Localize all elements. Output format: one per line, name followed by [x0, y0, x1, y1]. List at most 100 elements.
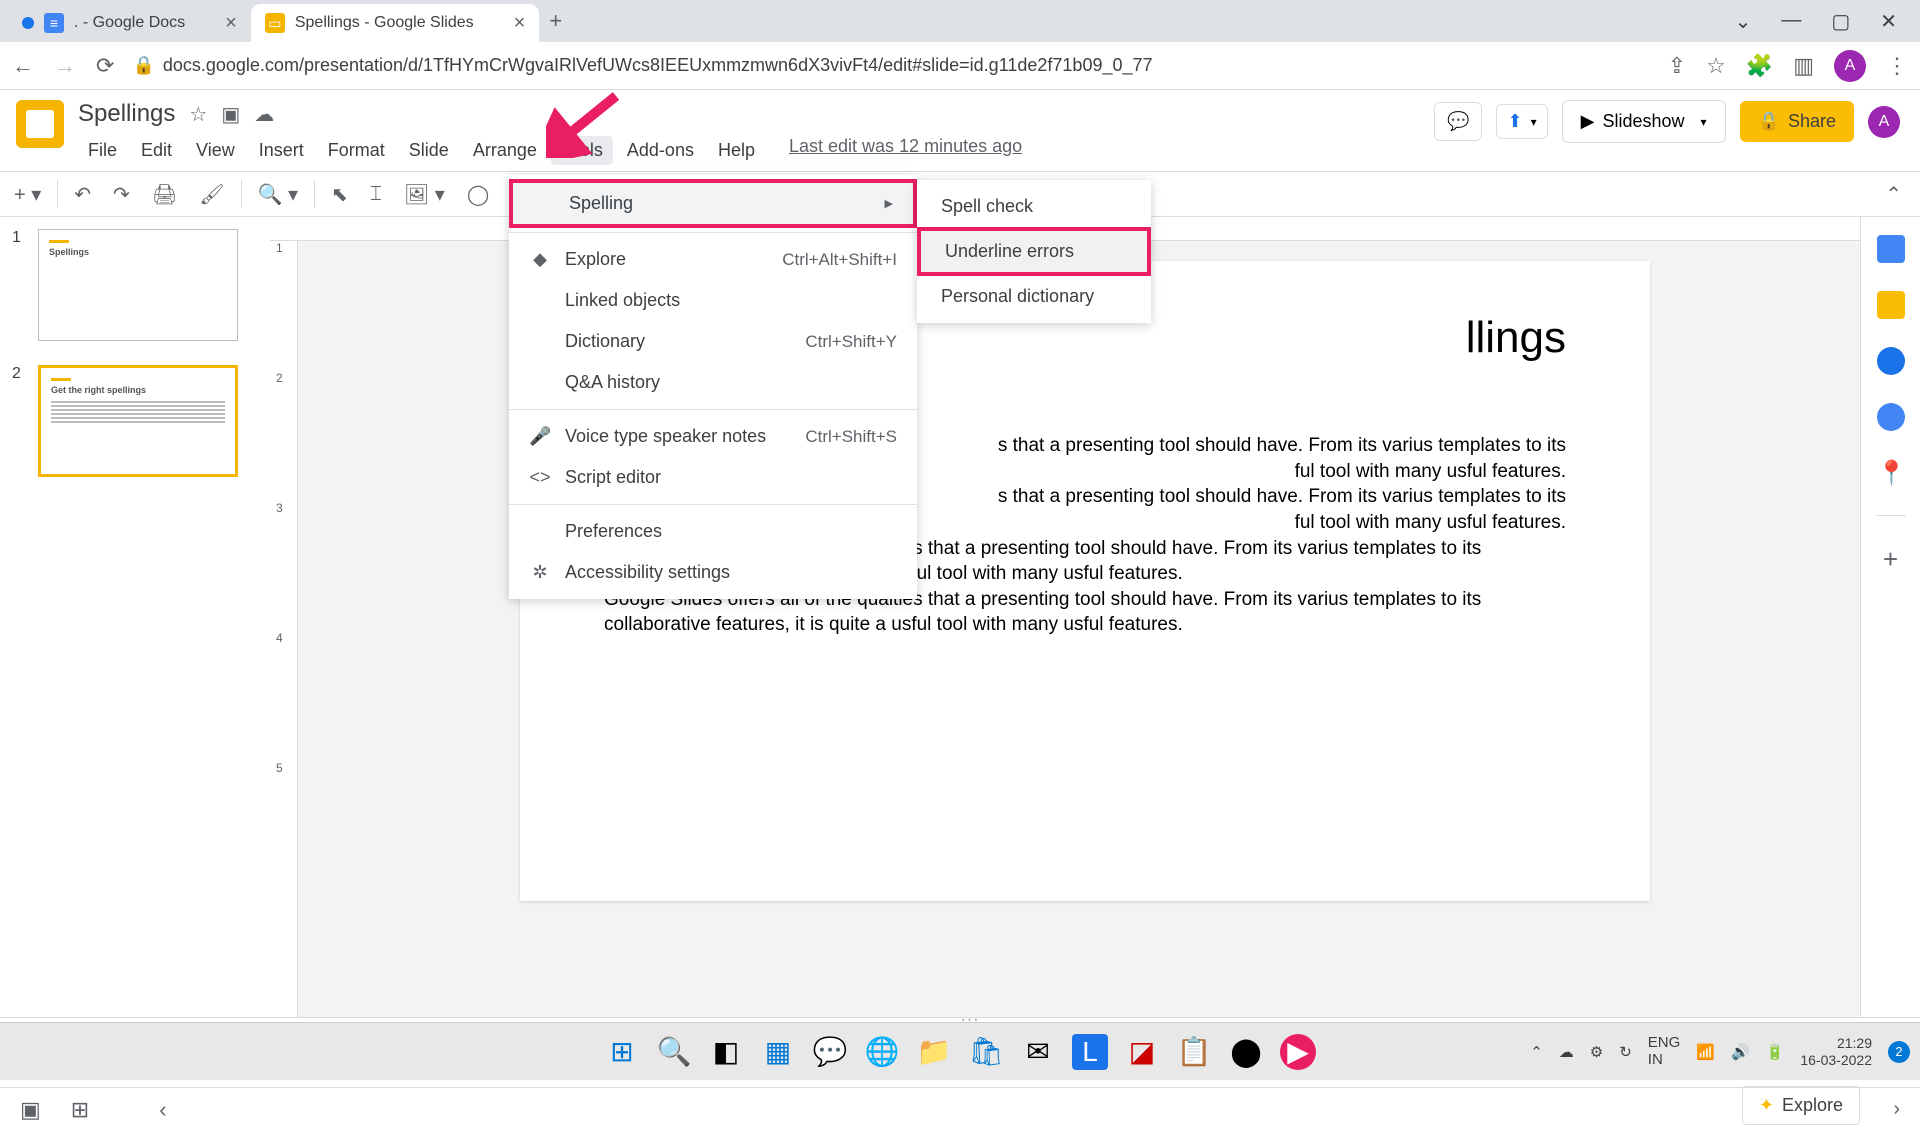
menu-view[interactable]: View	[186, 136, 245, 165]
shape-tool[interactable]: ◯	[457, 176, 499, 213]
chrome-icon[interactable]: ⬤	[1228, 1034, 1264, 1070]
menu-edit[interactable]: Edit	[131, 136, 182, 165]
select-tool[interactable]: ⬉	[321, 176, 358, 213]
menu-item-spelling[interactable]: Spelling	[509, 179, 917, 228]
side-panel: 📍 +	[1860, 217, 1920, 1017]
presentation-title[interactable]: Spellings	[78, 100, 175, 128]
last-edit-link[interactable]: Last edit was 12 minutes ago	[789, 136, 1022, 165]
edge-icon[interactable]: 🌐	[864, 1034, 900, 1070]
reload-icon[interactable]: ⟳	[96, 53, 114, 79]
menu-item-voice-type[interactable]: 🎤 Voice type speaker notes Ctrl+Shift+S	[509, 416, 917, 457]
share-page-icon[interactable]: ⇪	[1668, 53, 1686, 79]
office-icon[interactable]: 📋	[1176, 1034, 1212, 1070]
menu-addons[interactable]: Add-ons	[617, 136, 704, 165]
present-button[interactable]: ⬆▾	[1496, 104, 1547, 139]
tray-chevron-icon[interactable]: ⌃	[1530, 1043, 1543, 1061]
new-slide-button[interactable]: + ▾	[4, 176, 51, 213]
chrome-menu-icon[interactable]: ⋮	[1886, 53, 1908, 79]
slides-logo-icon[interactable]	[16, 100, 64, 148]
menu-item-explore[interactable]: ◆ Explore Ctrl+Alt+Shift+I	[509, 239, 917, 280]
move-icon[interactable]: ▣	[221, 102, 240, 127]
share-button[interactable]: 🔒 Share	[1740, 101, 1854, 142]
slideshow-button[interactable]: ▶ Slideshow ▾	[1562, 100, 1726, 143]
volume-icon[interactable]: 🔊	[1731, 1043, 1750, 1061]
bookmark-icon[interactable]: ☆	[1706, 53, 1726, 79]
task-view-icon[interactable]: ◧	[708, 1034, 744, 1070]
profile-avatar[interactable]: A	[1834, 50, 1866, 82]
tabs-dropdown-icon[interactable]: ⌄	[1735, 9, 1752, 34]
explorer-icon[interactable]: 📁	[916, 1034, 952, 1070]
close-icon[interactable]: ×	[225, 12, 237, 35]
notification-badge[interactable]: 2	[1888, 1041, 1910, 1063]
calendar-icon[interactable]	[1877, 235, 1905, 263]
search-icon[interactable]: 🔍	[656, 1034, 692, 1070]
submenu-spell-check[interactable]: Spell check	[917, 186, 1151, 227]
menu-file[interactable]: File	[78, 136, 127, 165]
redo-button[interactable]: ↷	[103, 176, 140, 213]
new-tab-button[interactable]: +	[549, 8, 562, 34]
expand-sidepanel-icon[interactable]: ›	[1893, 1098, 1900, 1121]
forward-icon[interactable]: →	[54, 53, 76, 79]
paint-format-button[interactable]: 🖌	[189, 176, 234, 213]
menu-format[interactable]: Format	[318, 136, 395, 165]
account-avatar[interactable]: A	[1868, 106, 1900, 138]
menu-help[interactable]: Help	[708, 136, 765, 165]
menu-item-script-editor[interactable]: <> Script editor	[509, 457, 917, 498]
submenu-personal-dictionary[interactable]: Personal dictionary	[917, 276, 1151, 317]
keep-icon[interactable]	[1877, 291, 1905, 319]
add-addon-icon[interactable]: +	[1883, 544, 1898, 575]
maximize-icon[interactable]: ▢	[1831, 9, 1850, 34]
battery-icon[interactable]: 🔋	[1766, 1043, 1785, 1061]
collapse-toolbar-icon[interactable]: ⌃	[1885, 182, 1916, 207]
mail-icon[interactable]: ✉	[1020, 1034, 1056, 1070]
menu-item-qa-history[interactable]: Q&A history	[509, 362, 917, 403]
onedrive-icon[interactable]: ☁	[1559, 1043, 1574, 1061]
extensions-icon[interactable]: 🧩	[1746, 53, 1773, 79]
close-window-icon[interactable]: ✕	[1880, 9, 1897, 34]
app-l-icon[interactable]: L	[1072, 1034, 1108, 1070]
maps-icon[interactable]: 📍	[1877, 459, 1905, 487]
slide-thumbnail-1[interactable]: 1 Spellings	[12, 229, 258, 341]
app-pink-icon[interactable]: ▶	[1280, 1034, 1316, 1070]
undo-button[interactable]: ↶	[64, 176, 101, 213]
comments-button[interactable]: 💬	[1434, 102, 1482, 141]
collapse-filmstrip-icon[interactable]: ‹	[159, 1097, 166, 1123]
sidepanel-icon[interactable]: ▥	[1793, 53, 1814, 79]
chat-icon[interactable]: 💬	[812, 1034, 848, 1070]
mcafee-icon[interactable]: ◪	[1124, 1034, 1160, 1070]
url-bar[interactable]: 🔒 docs.google.com/presentation/d/1TfHYmC…	[132, 55, 1649, 76]
language-code[interactable]: ENG	[1648, 1035, 1681, 1052]
textbox-tool[interactable]: ⌶	[360, 177, 392, 212]
tray-icon[interactable]: ↻	[1619, 1043, 1632, 1061]
print-button[interactable]: 🖨	[142, 176, 187, 213]
wifi-icon[interactable]: 📶	[1696, 1043, 1715, 1061]
clock-time[interactable]: 21:29	[1800, 1035, 1872, 1052]
menu-item-accessibility[interactable]: ✲ Accessibility settings	[509, 552, 917, 593]
browser-tab-docs[interactable]: ≡ . - Google Docs ×	[8, 4, 251, 42]
back-icon[interactable]: ←	[12, 53, 34, 79]
explore-button[interactable]: ✦ Explore	[1742, 1086, 1860, 1125]
image-tool[interactable]: 🖼 ▾	[394, 176, 455, 213]
start-icon[interactable]: ⊞	[604, 1034, 640, 1070]
menu-arrange[interactable]: Arrange	[463, 136, 547, 165]
star-icon[interactable]: ☆	[189, 102, 207, 127]
menu-insert[interactable]: Insert	[249, 136, 314, 165]
submenu-underline-errors[interactable]: Underline errors	[917, 227, 1151, 276]
menu-item-dictionary[interactable]: Dictionary Ctrl+Shift+Y	[509, 321, 917, 362]
zoom-button[interactable]: 🔍 ▾	[248, 176, 309, 213]
filmstrip-view-icon[interactable]: ▣	[20, 1097, 41, 1123]
close-icon[interactable]: ×	[514, 12, 526, 35]
tray-icon[interactable]: ⚙	[1590, 1043, 1603, 1061]
store-icon[interactable]: 🛍	[968, 1034, 1004, 1070]
menu-slide[interactable]: Slide	[399, 136, 459, 165]
tasks-icon[interactable]	[1877, 347, 1905, 375]
widgets-icon[interactable]: ▦	[760, 1034, 796, 1070]
menu-item-preferences[interactable]: Preferences	[509, 511, 917, 552]
browser-tab-slides[interactable]: ▭ Spellings - Google Slides ×	[251, 4, 539, 42]
menu-item-linked-objects[interactable]: Linked objects	[509, 280, 917, 321]
contacts-icon[interactable]	[1877, 403, 1905, 431]
minimize-icon[interactable]: ―	[1781, 9, 1801, 34]
grid-view-icon[interactable]: ⊞	[71, 1097, 89, 1123]
address-bar: ← → ⟳ 🔒 docs.google.com/presentation/d/1…	[0, 42, 1920, 90]
slide-thumbnail-2[interactable]: 2 Get the right spellings	[12, 365, 258, 477]
